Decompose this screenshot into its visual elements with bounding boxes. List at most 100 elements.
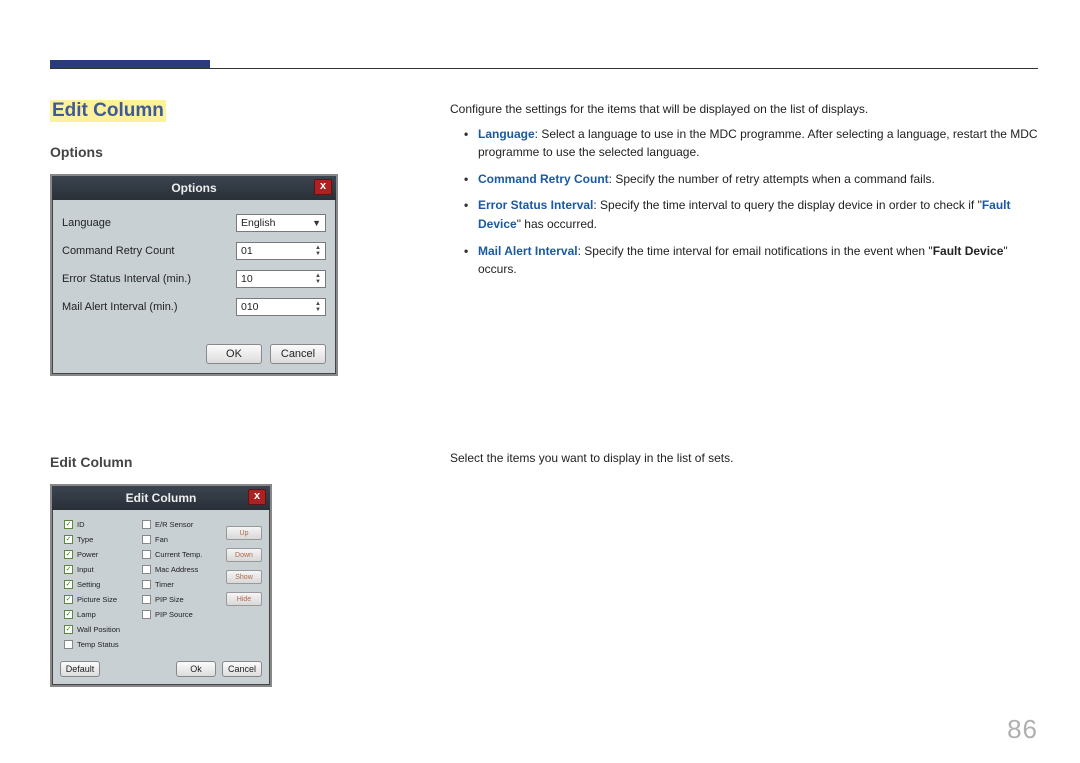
checkbox-checked-icon: ✓	[64, 625, 73, 634]
error-interval-label: Error Status Interval (min.)	[62, 273, 236, 285]
default-button[interactable]: Default	[60, 661, 100, 677]
language-dropdown[interactable]: English ▼	[236, 214, 326, 232]
show-button[interactable]: Show	[226, 570, 262, 584]
checkbox-item[interactable]: Mac Address	[142, 565, 222, 574]
header-rule	[50, 68, 1038, 69]
page-number: 86	[1007, 714, 1038, 745]
cancel-button[interactable]: Cancel	[270, 344, 326, 364]
options-dialog-body: Language English ▼ Command Retry Count 0…	[52, 200, 336, 336]
retry-count-label: Command Retry Count	[62, 245, 236, 257]
checkbox-item[interactable]: ✓ Setting	[64, 580, 142, 589]
error-interval-spinner[interactable]: 10 ▲▼	[236, 270, 326, 288]
checkbox-item[interactable]: ✓ Wall Position	[64, 625, 142, 634]
checkbox-item[interactable]: ✓ Lamp	[64, 610, 142, 619]
checkbox-label: Current Temp.	[155, 550, 202, 559]
ok-button[interactable]: Ok	[176, 661, 216, 677]
checkbox-checked-icon: ✓	[64, 580, 73, 589]
checkbox-checked-icon: ✓	[64, 550, 73, 559]
checkbox-unchecked-icon	[142, 580, 151, 589]
edit-column-dialog: Edit Column x ✓ID✓Type✓Power✓Input✓Setti…	[50, 484, 272, 687]
language-label: Language	[62, 217, 236, 229]
edit-column-dialog-body: ✓ID✓Type✓Power✓Input✓Setting✓Picture Siz…	[52, 510, 270, 655]
checkbox-unchecked-icon	[64, 640, 73, 649]
edit-column-dialog-title: Edit Column	[126, 491, 197, 505]
checkbox-label: Temp Status	[77, 640, 119, 649]
checkbox-checked-icon: ✓	[64, 595, 73, 604]
left-column: Edit Column Options Options x Language E…	[50, 100, 360, 687]
checkbox-checked-icon: ✓	[64, 520, 73, 529]
error-desc-2: " has occurred.	[517, 217, 597, 231]
options-dialog: Options x Language English ▼ Command Ret…	[50, 174, 338, 376]
checkbox-checked-icon: ✓	[64, 535, 73, 544]
checkbox-checked-icon: ✓	[64, 610, 73, 619]
checkbox-item[interactable]: ✓ Input	[64, 565, 142, 574]
checkbox-item[interactable]: ✓ Type	[64, 535, 142, 544]
checkbox-item[interactable]: Fan	[142, 535, 222, 544]
list-item: Mail Alert Interval: Specify the time in…	[450, 242, 1040, 279]
checkbox-item[interactable]: ✓ Picture Size	[64, 595, 142, 604]
options-heading: Options	[50, 144, 360, 160]
checkbox-label: PIP Size	[155, 595, 184, 604]
up-button[interactable]: Up	[226, 526, 262, 540]
mail-interval-spinner[interactable]: 010 ▲▼	[236, 298, 326, 316]
cancel-button[interactable]: Cancel	[222, 661, 262, 677]
edit-column-dialog-titlebar: Edit Column x	[52, 486, 270, 510]
hide-button[interactable]: Hide	[226, 592, 262, 606]
down-button[interactable]: Down	[226, 548, 262, 562]
ok-button[interactable]: OK	[206, 344, 262, 364]
retry-count-spinner[interactable]: 01 ▲▼	[236, 242, 326, 260]
checkbox-item[interactable]: ✓Power	[64, 550, 142, 559]
checkbox-checked-icon: ✓	[64, 565, 73, 574]
checkbox-label: Setting	[77, 580, 100, 589]
checkbox-label: Type	[77, 535, 93, 544]
options-dialog-footer: OK Cancel	[52, 336, 336, 374]
close-icon[interactable]: x	[248, 489, 266, 505]
checkbox-item[interactable]: Timer	[142, 580, 222, 589]
error-term: Error Status Interval	[478, 198, 593, 212]
list-item: Language: Select a language to use in th…	[450, 125, 1040, 162]
retry-desc: : Specify the number of retry attempts w…	[609, 172, 935, 186]
description-block: Configure the settings for the items tha…	[450, 100, 1040, 287]
chevron-down-icon: ▼	[312, 218, 321, 228]
spinner-arrows-icon: ▲▼	[315, 301, 321, 313]
checkbox-item[interactable]: ✓ ID	[64, 520, 142, 529]
checkbox-unchecked-icon	[142, 610, 151, 619]
checkbox-item[interactable]: Current Temp.	[142, 550, 222, 559]
retry-term: Command Retry Count	[478, 172, 609, 186]
language-term: Language	[478, 127, 535, 141]
checkbox-unchecked-icon	[142, 595, 151, 604]
list-item: Error Status Interval: Specify the time …	[450, 196, 1040, 233]
language-desc: : Select a language to use in the MDC pr…	[478, 127, 1038, 160]
list-item: Command Retry Count: Specify the number …	[450, 170, 1040, 189]
mail-interval-value: 010	[241, 301, 259, 313]
edit-column-dialog-footer: Default Ok Cancel	[52, 655, 270, 685]
error-desc-1: : Specify the time interval to query the…	[593, 198, 981, 212]
edit-column-heading: Edit Column	[50, 454, 360, 470]
checkbox-item[interactable]: Temp Status	[64, 640, 142, 649]
checkbox-unchecked-icon	[142, 565, 151, 574]
checkbox-label: Wall Position	[77, 625, 120, 634]
header-accent-bar	[50, 60, 210, 68]
retry-count-value: 01	[241, 245, 253, 257]
checkbox-unchecked-icon	[142, 520, 151, 529]
fault-device-term: Fault Device	[933, 244, 1004, 258]
checkbox-label: Input	[77, 565, 94, 574]
options-dialog-title: Options	[171, 181, 216, 195]
intro-text: Configure the settings for the items tha…	[450, 100, 1040, 119]
mail-desc-1: : Specify the time interval for email no…	[578, 244, 933, 258]
edit-column-order-buttons: Up Down Show Hide	[226, 526, 262, 649]
mail-term: Mail Alert Interval	[478, 244, 578, 258]
mail-interval-label: Mail Alert Interval (min.)	[62, 301, 236, 313]
edit-column-list-right: E/R Sensor Fan Current Temp. Mac Address Tim…	[142, 520, 222, 649]
checkbox-item[interactable]: PIP Source	[142, 610, 222, 619]
checkbox-label: Lamp	[77, 610, 96, 619]
checkbox-item[interactable]: E/R Sensor	[142, 520, 222, 529]
checkbox-label: Mac Address	[155, 565, 198, 574]
language-value: English	[241, 217, 275, 229]
checkbox-label: Picture Size	[77, 595, 117, 604]
checkbox-item[interactable]: PIP Size	[142, 595, 222, 604]
spinner-arrows-icon: ▲▼	[315, 245, 321, 257]
close-icon[interactable]: x	[314, 179, 332, 195]
checkbox-label: ID	[77, 520, 85, 529]
spinner-arrows-icon: ▲▼	[315, 273, 321, 285]
